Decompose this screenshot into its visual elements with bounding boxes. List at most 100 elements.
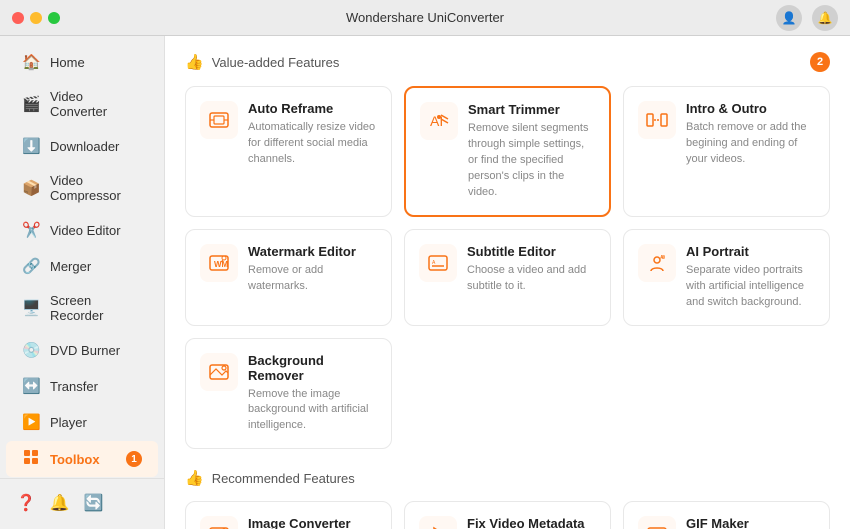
help-icon[interactable]: ❓ <box>16 493 36 513</box>
video-editor-icon: ✂️ <box>22 221 40 239</box>
recommended-header: 👍 Recommended Features <box>185 469 830 487</box>
background-remover-desc: Remove the image background with artific… <box>248 387 377 435</box>
sidebar-item-toolbox-label: Toolbox <box>50 452 100 467</box>
gif-maker-name: GIF Maker <box>686 516 815 529</box>
main-content: 👍 Value-added Features 2 Auto Reframe Au… <box>165 36 850 529</box>
dvd-burner-icon: 💿 <box>22 341 40 359</box>
sidebar-item-video-converter[interactable]: 🎬 Video Converter <box>6 81 158 127</box>
feature-card-background-remover[interactable]: Background Remover Remove the image back… <box>185 338 392 450</box>
recommended-icon: 👍 <box>185 469 204 487</box>
titlebar: Wondershare UniConverter 👤 🔔 <box>0 0 850 36</box>
sidebar-item-toolbox[interactable]: Toolbox 1 <box>6 441 158 477</box>
subtitle-editor-name: Subtitle Editor <box>467 244 596 259</box>
feature-card-smart-trimmer[interactable]: AI Smart Trimmer Remove silent segments … <box>404 86 611 217</box>
sidebar-item-transfer-label: Transfer <box>50 379 98 394</box>
sidebar-item-home[interactable]: 🏠 Home <box>6 45 158 79</box>
ai-portrait-icon-box: AI <box>638 244 676 282</box>
maximize-button[interactable] <box>48 12 60 24</box>
merger-icon: 🔗 <box>22 257 40 275</box>
fix-video-metadata-text: Fix Video Metadata Auto-fix and edit vid… <box>467 516 596 529</box>
image-converter-icon-box <box>200 516 238 529</box>
smart-trimmer-name: Smart Trimmer <box>468 102 595 117</box>
sidebar-item-merger-label: Merger <box>50 259 91 274</box>
feature-card-watermark-editor[interactable]: WM Watermark Editor Remove or add waterm… <box>185 229 392 326</box>
sidebar-item-video-compressor-label: Video Compressor <box>50 173 142 203</box>
video-compressor-icon: 📦 <box>22 179 40 197</box>
value-added-label: Value-added Features <box>212 55 340 70</box>
fix-video-metadata-name: Fix Video Metadata <box>467 516 596 529</box>
watermark-editor-desc: Remove or add watermarks. <box>248 263 377 295</box>
feature-card-auto-reframe[interactable]: Auto Reframe Automatically resize video … <box>185 86 392 217</box>
recommended-label: Recommended Features <box>212 471 355 486</box>
sidebar-item-screen-recorder[interactable]: 🖥️ Screen Recorder <box>6 285 158 331</box>
alert-icon[interactable]: 🔔 <box>50 493 70 513</box>
sidebar-item-video-compressor[interactable]: 📦 Video Compressor <box>6 165 158 211</box>
video-converter-icon: 🎬 <box>22 95 40 113</box>
sidebar-item-player[interactable]: ▶️ Player <box>6 405 158 439</box>
gif-maker-icon-box: GIF <box>638 516 676 529</box>
downloader-icon: ⬇️ <box>22 137 40 155</box>
window-controls <box>12 12 60 24</box>
svg-text:AI: AI <box>660 255 665 261</box>
sidebar: 🏠 Home 🎬 Video Converter ⬇️ Downloader 📦… <box>0 36 165 529</box>
subtitle-editor-text: Subtitle Editor Choose a video and add s… <box>467 244 596 311</box>
minimize-button[interactable] <box>30 12 42 24</box>
feature-card-intro-outro[interactable]: Intro & Outro Batch remove or add the be… <box>623 86 830 217</box>
auto-reframe-desc: Automatically resize video for different… <box>248 120 377 168</box>
sidebar-item-home-label: Home <box>50 55 85 70</box>
sidebar-item-downloader-label: Downloader <box>50 139 119 154</box>
fix-video-metadata-icon-box <box>419 516 457 529</box>
gif-maker-text: GIF Maker Make GIFs from videos or pictu… <box>686 516 815 529</box>
feature-card-gif-maker[interactable]: GIF GIF Maker Make GIFs from videos or p… <box>623 501 830 529</box>
sidebar-item-video-editor-label: Video Editor <box>50 223 121 238</box>
feature-card-image-converter[interactable]: Image Converter Convert the format of yo… <box>185 501 392 529</box>
intro-outro-icon-box <box>638 101 676 139</box>
sidebar-item-dvd-burner-label: DVD Burner <box>50 343 120 358</box>
sidebar-item-player-label: Player <box>50 415 87 430</box>
ai-portrait-text: AI Portrait Separate video portraits wit… <box>686 244 815 311</box>
sidebar-item-video-converter-label: Video Converter <box>50 89 142 119</box>
value-added-badge: 2 <box>810 52 830 72</box>
feature-card-subtitle-editor[interactable]: A Subtitle Editor Choose a video and add… <box>404 229 611 326</box>
app-title: Wondershare UniConverter <box>346 10 504 25</box>
subtitle-editor-icon-box: A <box>419 244 457 282</box>
transfer-icon: ↔️ <box>22 377 40 395</box>
watermark-editor-text: Watermark Editor Remove or add watermark… <box>248 244 377 311</box>
notification-icon[interactable]: 🔔 <box>812 5 838 31</box>
background-remover-text: Background Remover Remove the image back… <box>248 353 377 435</box>
image-converter-name: Image Converter <box>248 516 377 529</box>
sidebar-bottom-icons: ❓ 🔔 🔄 <box>0 487 164 519</box>
sidebar-item-merger[interactable]: 🔗 Merger <box>6 249 158 283</box>
smart-trimmer-text: Smart Trimmer Remove silent segments thr… <box>468 102 595 201</box>
feature-card-ai-portrait[interactable]: AI AI Portrait Separate video portraits … <box>623 229 830 326</box>
sidebar-item-downloader[interactable]: ⬇️ Downloader <box>6 129 158 163</box>
watermark-editor-icon-box: WM <box>200 244 238 282</box>
user-icon[interactable]: 👤 <box>776 5 802 31</box>
player-icon: ▶️ <box>22 413 40 431</box>
toolbox-icon <box>22 449 40 469</box>
auto-reframe-icon-box <box>200 101 238 139</box>
value-added-icon: 👍 <box>185 53 204 71</box>
titlebar-action-icons: 👤 🔔 <box>776 5 838 31</box>
sidebar-bottom: ❓ 🔔 🔄 <box>0 478 164 527</box>
ai-portrait-name: AI Portrait <box>686 244 815 259</box>
background-remover-icon-box <box>200 353 238 391</box>
intro-outro-desc: Batch remove or add the begining and end… <box>686 120 815 168</box>
sync-icon[interactable]: 🔄 <box>84 493 104 513</box>
sidebar-item-dvd-burner[interactable]: 💿 DVD Burner <box>6 333 158 367</box>
intro-outro-text: Intro & Outro Batch remove or add the be… <box>686 101 815 202</box>
sidebar-item-transfer[interactable]: ↔️ Transfer <box>6 369 158 403</box>
smart-trimmer-icon-box: AI <box>420 102 458 140</box>
smart-trimmer-desc: Remove silent segments through simple se… <box>468 121 595 201</box>
svg-text:A: A <box>432 260 436 266</box>
ai-portrait-desc: Separate video portraits with artificial… <box>686 263 815 311</box>
close-button[interactable] <box>12 12 24 24</box>
screen-recorder-icon: 🖥️ <box>22 299 40 317</box>
value-added-header: 👍 Value-added Features 2 <box>185 52 830 72</box>
feature-card-fix-video-metadata[interactable]: Fix Video Metadata Auto-fix and edit vid… <box>404 501 611 529</box>
image-converter-text: Image Converter Convert the format of yo… <box>248 516 377 529</box>
auto-reframe-text: Auto Reframe Automatically resize video … <box>248 101 377 202</box>
sidebar-item-video-editor[interactable]: ✂️ Video Editor <box>6 213 158 247</box>
subtitle-editor-desc: Choose a video and add subtitle to it. <box>467 263 596 295</box>
sidebar-item-screen-recorder-label: Screen Recorder <box>50 293 142 323</box>
